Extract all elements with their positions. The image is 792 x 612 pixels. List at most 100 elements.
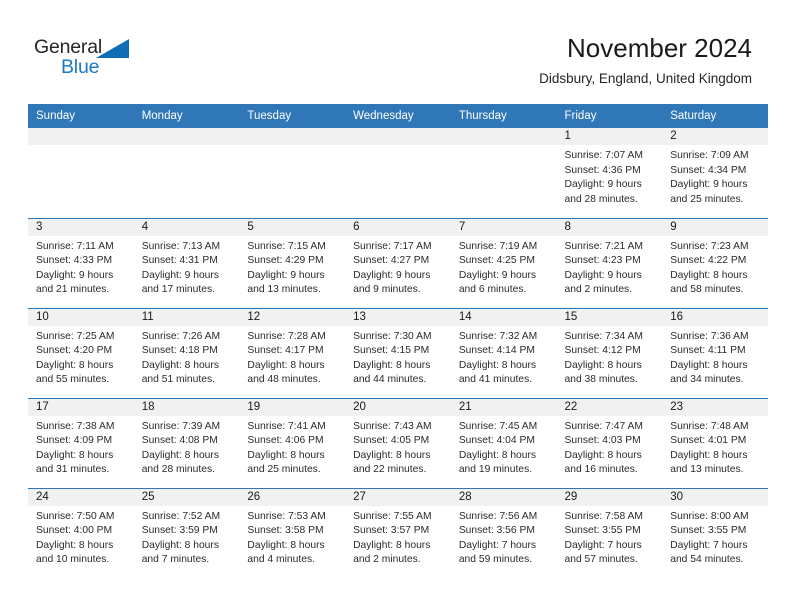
sunset-text: Sunset: 4:08 PM [141,435,218,447]
day-number: 20 [345,398,451,416]
daylight-text-line2: and 9 minutes. [353,284,421,296]
daylight-text-line2: and 31 minutes. [36,464,110,476]
daylight-text-line2: and 54 minutes. [670,554,744,566]
day-number: 2 [662,128,768,145]
calendar-day-cell[interactable]: 22 Sunrise: 7:47 AM Sunset: 4:03 PM Dayligh… [556,397,663,488]
calendar-day-cell[interactable]: 19 Sunrise: 7:41 AM Sunset: 4:06 PM Dayligh… [239,397,346,488]
calendar-day-cell[interactable]: 11 Sunrise: 7:26 AM Sunset: 4:18 PM Dayligh… [133,307,240,398]
calendar-day-cell[interactable]: 28 Sunrise: 7:56 AM Sunset: 3:56 PM Dayligh… [450,487,557,578]
day-details: Sunrise: 7:09 AM Sunset: 4:34 PM Daylight:… [662,145,768,207]
calendar-week-row: 1 Sunrise: 7:07 AM Sunset: 4:36 PM Daylight… [28,128,768,218]
day-number: 8 [556,218,663,236]
daylight-text-line1: Daylight: 9 hours [564,179,642,191]
day-number: 22 [556,398,663,416]
day-number: 10 [28,308,134,326]
sunset-text: Sunset: 4:36 PM [564,164,641,176]
calendar-day-cell[interactable]: 7 Sunrise: 7:19 AM Sunset: 4:25 PM Daylight… [450,217,557,308]
daylight-text-line1: Daylight: 8 hours [353,539,431,551]
calendar-page: General Blue November 2024 Didsbury, Eng… [0,0,792,612]
day-details: Sunrise: 7:32 AM Sunset: 4:14 PM Daylight:… [451,326,557,388]
sunrise-text: Sunrise: 7:43 AM [353,420,432,432]
calendar-day-cell[interactable]: 17 Sunrise: 7:38 AM Sunset: 4:09 PM Dayligh… [28,397,134,488]
calendar-day-cell[interactable]: 25 Sunrise: 7:52 AM Sunset: 3:59 PM Dayligh… [133,487,240,578]
calendar-day-cell[interactable]: 26 Sunrise: 7:53 AM Sunset: 3:58 PM Dayligh… [239,487,346,578]
calendar-day-cell[interactable]: 20 Sunrise: 7:43 AM Sunset: 4:05 PM Dayligh… [345,397,451,488]
day-number [450,128,557,145]
daylight-text-line1: Daylight: 9 hours [141,269,219,281]
day-details: Sunrise: 7:38 AM Sunset: 4:09 PM Daylight:… [28,416,134,478]
calendar-day-cell[interactable]: 21 Sunrise: 7:45 AM Sunset: 4:04 PM Dayligh… [450,397,557,488]
day-details: Sunrise: 7:50 AM Sunset: 4:00 PM Daylight:… [28,506,134,568]
weekday-header-friday: Friday [556,104,663,128]
daylight-text-line1: Daylight: 8 hours [458,359,537,371]
calendar-day-cell[interactable]: 4 Sunrise: 7:13 AM Sunset: 4:31 PM Daylight… [133,217,240,308]
sunset-text: Sunset: 4:23 PM [564,255,641,267]
calendar-day-cell[interactable]: 30 Sunrise: 8:00 AM Sunset: 3:55 PM Dayligh… [662,487,768,578]
daylight-text-line2: and 4 minutes. [247,554,315,566]
sunset-text: Sunset: 4:12 PM [564,345,641,357]
calendar-day-cell[interactable]: 9 Sunrise: 7:23 AM Sunset: 4:22 PM Daylight… [662,217,768,308]
calendar-day-cell[interactable]: 13 Sunrise: 7:30 AM Sunset: 4:15 PM Dayligh… [345,307,451,398]
logo-text-general: General [34,36,102,58]
sunset-text: Sunset: 4:04 PM [458,435,535,447]
day-details: Sunrise: 7:41 AM Sunset: 4:06 PM Daylight:… [239,416,345,478]
day-details: Sunrise: 7:56 AM Sunset: 3:56 PM Daylight:… [451,506,557,568]
day-number: 25 [133,488,240,506]
day-number: 11 [133,308,240,326]
day-number: 15 [556,308,663,326]
calendar-body: 1 Sunrise: 7:07 AM Sunset: 4:36 PM Daylight… [28,128,768,578]
day-details: Sunrise: 7:23 AM Sunset: 4:22 PM Daylight:… [662,236,768,298]
day-number: 12 [239,308,346,326]
calendar-day-cell[interactable]: 10 Sunrise: 7:25 AM Sunset: 4:20 PM Dayligh… [28,307,134,398]
calendar-day-cell[interactable]: 2 Sunrise: 7:09 AM Sunset: 4:34 PM Daylight… [662,128,768,218]
calendar-table: Sunday Monday Tuesday Wednesday Thursday… [28,104,768,578]
daylight-text-line2: and 13 minutes. [247,284,321,296]
calendar-day-cell[interactable]: 16 Sunrise: 7:36 AM Sunset: 4:11 PM Dayligh… [662,307,768,398]
daylight-text-line1: Daylight: 7 hours [670,539,748,551]
calendar-day-cell[interactable]: 6 Sunrise: 7:17 AM Sunset: 4:27 PM Daylight… [345,217,451,308]
day-number [239,128,346,145]
day-details: Sunrise: 8:00 AM Sunset: 3:55 PM Daylight:… [662,506,768,568]
daylight-text-line1: Daylight: 9 hours [564,269,642,281]
daylight-text-line1: Daylight: 8 hours [247,539,325,551]
calendar-day-cell[interactable]: 5 Sunrise: 7:15 AM Sunset: 4:29 PM Daylight… [239,217,346,308]
calendar-day-cell[interactable]: 8 Sunrise: 7:21 AM Sunset: 4:23 PM Daylight… [556,217,663,308]
calendar-week-row: 17 Sunrise: 7:38 AM Sunset: 4:09 PM Dayligh… [28,397,768,488]
weekday-header-sunday: Sunday [28,104,134,128]
calendar-day-cell[interactable]: 29 Sunrise: 7:58 AM Sunset: 3:55 PM Dayligh… [556,487,663,578]
daylight-text-line2: and 57 minutes. [564,554,638,566]
calendar-day-cell[interactable]: 24 Sunrise: 7:50 AM Sunset: 4:00 PM Dayligh… [28,487,134,578]
day-number: 14 [450,308,557,326]
calendar-week-row: 24 Sunrise: 7:50 AM Sunset: 4:00 PM Dayligh… [28,487,768,578]
sunrise-text: Sunrise: 7:56 AM [458,510,538,522]
day-number: 6 [345,218,451,236]
sunrise-text: Sunrise: 7:45 AM [458,420,538,432]
daylight-text-line1: Daylight: 9 hours [670,179,748,191]
calendar-day-cell[interactable]: 14 Sunrise: 7:32 AM Sunset: 4:14 PM Dayligh… [450,307,557,398]
day-number [345,128,451,145]
sunset-text: Sunset: 3:55 PM [564,525,641,537]
daylight-text-line2: and 10 minutes. [36,554,110,566]
calendar-day-cell[interactable]: 27 Sunrise: 7:55 AM Sunset: 3:57 PM Dayligh… [345,487,451,578]
calendar-day-cell[interactable]: 23 Sunrise: 7:48 AM Sunset: 4:01 PM Dayligh… [662,397,768,488]
sunrise-text: Sunrise: 7:28 AM [247,330,326,342]
sunrise-text: Sunrise: 7:11 AM [36,240,114,252]
daylight-text-line1: Daylight: 8 hours [36,539,114,551]
day-details: Sunrise: 7:13 AM Sunset: 4:31 PM Daylight:… [134,236,240,298]
sunset-text: Sunset: 3:57 PM [353,525,430,537]
weekday-header-wednesday: Wednesday [345,104,451,128]
day-number: 16 [662,308,768,326]
daylight-text-line2: and 7 minutes. [141,554,210,566]
calendar-day-cell[interactable]: 3 Sunrise: 7:11 AM Sunset: 4:33 PM Daylight… [28,217,134,308]
day-number [28,128,134,145]
daylight-text-line1: Daylight: 7 hours [458,539,537,551]
calendar-day-cell[interactable]: 12 Sunrise: 7:28 AM Sunset: 4:17 PM Dayligh… [239,307,346,398]
daylight-text-line1: Daylight: 9 hours [36,269,114,281]
calendar-day-cell[interactable]: 15 Sunrise: 7:34 AM Sunset: 4:12 PM Dayligh… [556,307,663,398]
daylight-text-line1: Daylight: 8 hours [353,359,431,371]
calendar-day-cell[interactable]: 18 Sunrise: 7:39 AM Sunset: 4:08 PM Dayligh… [133,397,240,488]
daylight-text-line1: Daylight: 8 hours [36,449,114,461]
calendar-day-cell[interactable]: 1 Sunrise: 7:07 AM Sunset: 4:36 PM Daylight… [556,128,663,218]
daylight-text-line1: Daylight: 8 hours [141,449,219,461]
sunset-text: Sunset: 4:34 PM [670,164,747,176]
